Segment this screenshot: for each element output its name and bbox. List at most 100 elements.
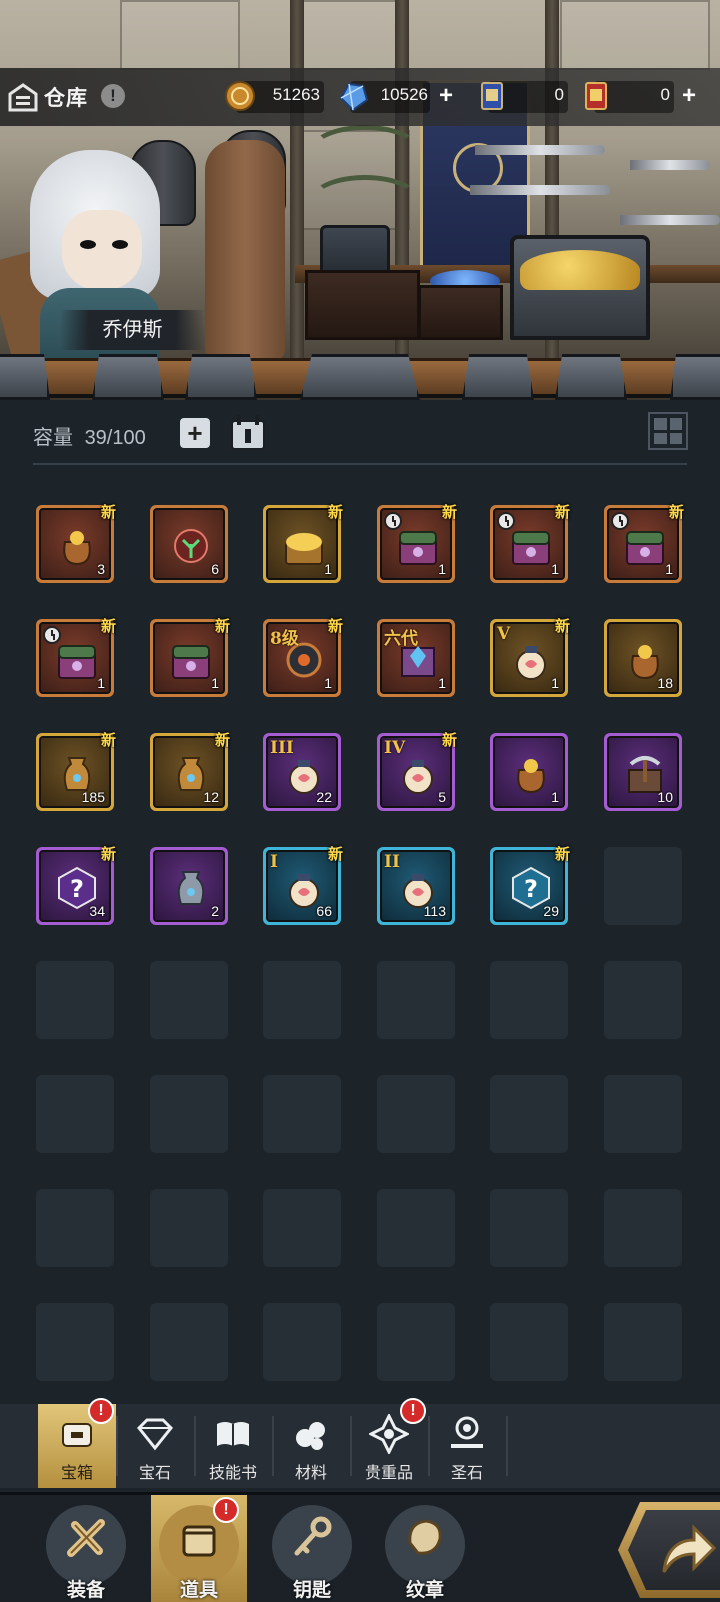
inventory-item[interactable]: III 22 bbox=[263, 733, 341, 811]
nav-items[interactable]: 道具! bbox=[151, 1495, 247, 1602]
grid-cell bbox=[669, 432, 682, 444]
inventory-item[interactable]: 8级 1 新 bbox=[263, 618, 343, 697]
dark-chest bbox=[305, 270, 420, 340]
clock-icon bbox=[384, 512, 402, 530]
silver-urn-icon bbox=[177, 871, 205, 905]
ore-tab-icon bbox=[296, 1422, 325, 1450]
leather-bag bbox=[205, 140, 285, 360]
inventory-item[interactable]: 1 bbox=[490, 733, 568, 811]
add-gold-ticket-button[interactable]: + bbox=[678, 84, 700, 108]
inventory-item[interactable]: 1新 bbox=[150, 618, 230, 697]
item-count: 5 bbox=[438, 789, 446, 805]
item-count: 1 bbox=[438, 561, 446, 577]
inventory-item[interactable]: 3新 bbox=[36, 504, 116, 583]
sort-calendar-icon[interactable] bbox=[228, 413, 270, 453]
new-badge: 新 bbox=[327, 618, 343, 635]
bow-icon bbox=[310, 175, 420, 225]
grid-cell bbox=[654, 418, 667, 430]
tab-star-gem[interactable]: 贵重品! bbox=[350, 1398, 428, 1488]
inventory-item[interactable]: I 66 新 bbox=[263, 846, 343, 925]
clock-icon bbox=[497, 512, 515, 530]
inventory-item[interactable]: ? 34 新 bbox=[36, 846, 116, 925]
sword-icon bbox=[630, 160, 710, 170]
pouch-iv-icon bbox=[403, 760, 433, 794]
inventory-item[interactable]: II 113 bbox=[377, 847, 455, 925]
tab-ore[interactable]: 材料 bbox=[272, 1404, 350, 1488]
empty-slot bbox=[36, 961, 114, 1039]
alert-badge: ! bbox=[400, 1398, 426, 1424]
empty-slot bbox=[150, 1303, 228, 1381]
expand-capacity-button[interactable]: + bbox=[180, 418, 210, 448]
tab-book[interactable]: 技能书 bbox=[194, 1404, 272, 1488]
capacity-value: 39/100 bbox=[84, 427, 146, 449]
empty-slot bbox=[36, 1189, 114, 1267]
inventory-item[interactable]: 1新 bbox=[377, 504, 457, 583]
warehouse-icon bbox=[8, 83, 38, 112]
item-count: 113 bbox=[423, 903, 446, 919]
item-count: 10 bbox=[657, 789, 673, 805]
item-count: 66 bbox=[316, 903, 332, 919]
tab-diamond[interactable]: 宝石 bbox=[116, 1404, 194, 1488]
grid-view-toggle[interactable] bbox=[648, 412, 688, 450]
capacity-text: 容量 39/100 bbox=[33, 421, 146, 450]
wall-tile bbox=[120, 0, 240, 70]
inventory-item[interactable]: 2 bbox=[150, 847, 228, 925]
inventory-item[interactable]: 185 新 bbox=[36, 732, 116, 811]
svg-text:?: ? bbox=[70, 875, 84, 903]
tab-chest[interactable]: 宝箱! bbox=[38, 1398, 116, 1488]
inventory-item[interactable]: 1新 bbox=[490, 504, 570, 583]
capacity-label: 容量 bbox=[33, 427, 73, 449]
item-tier: I bbox=[270, 852, 278, 872]
item-count: 1 bbox=[438, 675, 446, 691]
item-count: 22 bbox=[316, 789, 332, 805]
item-count: 6 bbox=[211, 561, 219, 577]
item-count: 29 bbox=[543, 903, 559, 919]
nav-key[interactable]: 钥匙 bbox=[264, 1495, 360, 1602]
item-count: 1 bbox=[551, 561, 559, 577]
inventory-item[interactable]: 10 bbox=[604, 733, 682, 811]
nav-emblem[interactable]: 纹章 bbox=[377, 1495, 473, 1602]
book-tab-icon bbox=[217, 1422, 249, 1446]
inventory-item[interactable]: ? 29 新 bbox=[490, 846, 570, 925]
tab-holy-stone[interactable]: 圣石 bbox=[428, 1404, 506, 1488]
inventory-item[interactable]: 18 bbox=[604, 619, 682, 697]
inventory-item[interactable]: IV 5 新 bbox=[377, 732, 457, 811]
timed-chest-icon bbox=[399, 531, 437, 565]
alert-badge: ! bbox=[213, 1497, 239, 1523]
item-count: 1 bbox=[665, 561, 673, 577]
item-count: 1 bbox=[324, 675, 332, 691]
new-badge: 新 bbox=[214, 732, 230, 749]
rail-block bbox=[555, 354, 627, 400]
nav-label: 道具 bbox=[179, 1580, 218, 1601]
item-count: 1 bbox=[324, 561, 332, 577]
rail-block bbox=[185, 354, 257, 400]
wall-tile bbox=[560, 0, 710, 70]
gold-pile bbox=[520, 250, 640, 290]
item-count: 1 bbox=[551, 675, 559, 691]
inventory-item[interactable]: V 1 新 bbox=[490, 618, 570, 697]
new-badge: 新 bbox=[100, 504, 116, 521]
new-badge: 新 bbox=[554, 846, 570, 863]
item-tier: 六代 bbox=[384, 629, 418, 649]
crystal-value: 10526 bbox=[380, 85, 428, 104]
inventory-item[interactable]: 6 bbox=[150, 505, 228, 583]
new-badge: 新 bbox=[441, 504, 457, 521]
inventory-item[interactable]: 1新 bbox=[36, 618, 116, 697]
add-crystal-button[interactable]: + bbox=[435, 84, 457, 108]
inventory-item[interactable]: 1新 bbox=[263, 504, 343, 583]
nav-equipment[interactable]: 装备 bbox=[38, 1495, 134, 1602]
inventory-item[interactable]: 12 新 bbox=[150, 732, 230, 811]
top-bar: 仓库 ! 51263 10526 + 0 0 + bbox=[0, 68, 720, 126]
new-badge: 新 bbox=[100, 618, 116, 635]
item-frame: 2 bbox=[153, 850, 225, 922]
info-button[interactable]: ! bbox=[101, 84, 125, 108]
inventory-item[interactable]: 1新 bbox=[604, 504, 684, 583]
timed-chest-icon bbox=[58, 645, 96, 679]
new-badge: 新 bbox=[554, 618, 570, 635]
inventory-item[interactable]: 六代 1 bbox=[377, 619, 455, 697]
item-count: 3 bbox=[97, 561, 105, 577]
flower-sack-icon bbox=[63, 531, 91, 566]
empty-slot bbox=[377, 1303, 455, 1381]
rail-block bbox=[300, 354, 420, 400]
clock-icon bbox=[611, 512, 629, 530]
